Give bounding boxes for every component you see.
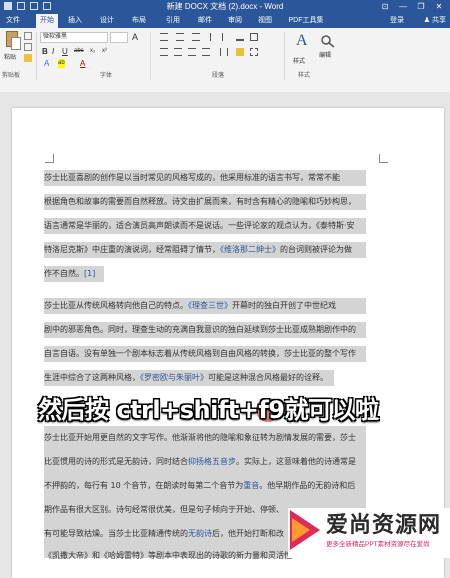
separator: [150, 32, 151, 80]
subscript-button[interactable]: x₂: [90, 47, 95, 56]
minimize-button[interactable]: —: [394, 0, 412, 14]
group-label-paragraph: 段落: [212, 73, 225, 79]
align-center-icon[interactable]: [174, 48, 182, 56]
watermark: 爱尚资源网 更多全新精品PPT素材资源尽在爱尚: [288, 508, 450, 558]
strikethrough-button[interactable]: abc: [74, 47, 84, 56]
line-spacing-icon[interactable]: [220, 48, 228, 56]
styles-gallery-button[interactable]: A: [292, 32, 314, 56]
body-text-line: 作不自然。[1]: [44, 266, 95, 282]
body-text-line: 期作品有很大区别。诗句经常很优美，但是句子倾向于开始、停顿、: [44, 505, 284, 514]
superscript-button[interactable]: x²: [102, 47, 107, 56]
tab-home[interactable]: 开始: [36, 14, 58, 28]
hyperlink[interactable]: 《罗密欧与朱丽叶》: [140, 373, 208, 382]
copy-icon[interactable]: [24, 43, 32, 51]
tab-design[interactable]: 设计: [96, 14, 118, 28]
body-text-line: 语言通常是华丽的，适合演员高声朗读而不是说话。一些评论家的观点认为，《泰特斯·安: [44, 221, 355, 230]
play-logo-icon: [290, 510, 322, 550]
maximize-button[interactable]: ❐: [412, 0, 430, 14]
multilevel-list-icon[interactable]: [192, 33, 200, 41]
decrease-indent-icon[interactable]: [210, 33, 218, 41]
close-button[interactable]: ✕: [430, 0, 448, 14]
tutorial-caption: 然后按 ctrl+shift+f9就可以啦: [38, 396, 379, 424]
underline-button[interactable]: U: [62, 47, 68, 56]
share-button[interactable]: ♟ 共享: [424, 15, 446, 27]
body-text: 作不自然。: [44, 269, 84, 278]
title-bar: 新建 DOCX 文档 (2).docx - Word ⊡ — ❐ ✕: [0, 0, 450, 14]
group-label-font: 字体: [100, 73, 113, 79]
paste-icon[interactable]: [3, 31, 21, 51]
numbering-icon[interactable]: [176, 33, 184, 41]
format-painter-icon[interactable]: [24, 54, 32, 62]
hyperlink[interactable]: 《理查三世》: [188, 301, 232, 310]
hyperlink[interactable]: 无韵诗: [188, 529, 212, 538]
tab-layout[interactable]: 布局: [128, 14, 150, 28]
italic-button[interactable]: I: [52, 47, 54, 56]
hyperlink[interactable]: 抑扬格五音步: [188, 457, 236, 466]
crop-mark: [45, 154, 54, 163]
separator: [36, 32, 37, 80]
styles-label: 样式: [293, 59, 306, 65]
font-color-button[interactable]: A: [80, 59, 85, 68]
watermark-title: 爱尚资源网: [326, 512, 442, 538]
borders-icon[interactable]: [250, 48, 258, 56]
tab-view[interactable]: 视图: [254, 14, 276, 28]
tab-file[interactable]: 文件: [0, 14, 26, 28]
sort-icon[interactable]: [236, 33, 244, 41]
body-text-line: 《凯撒大帝》和《哈姆雷特》等剧本中表现出的诗歌的新力量和灵活性: [44, 551, 292, 560]
tab-review[interactable]: 审阅: [224, 14, 246, 28]
body-text-line: 莎士比亚喜剧的创作是以当时常见的风格写成的，他采用标准的语言书写，常常不能: [44, 173, 340, 182]
body-text-line: 莎士比亚从传统风格转向他自己的特点。《理查三世》开幕时的独白开创了中世纪戏: [44, 301, 336, 310]
increase-indent-icon[interactable]: [222, 33, 230, 41]
tab-mailings[interactable]: 邮件: [194, 14, 216, 28]
hyperlink[interactable]: 《维洛那二绅士》: [220, 245, 280, 254]
signin-link[interactable]: 登录: [390, 14, 404, 28]
separator: [284, 32, 285, 80]
body-text-line: 莎士比亚开始用更自然的文字写作。他渐渐将他的隐喻和象征转为剧情发展的需要，莎士: [44, 433, 356, 442]
edit-label: 编辑: [319, 53, 332, 59]
body-text-line: 剧中的邪恶角色。同时，理查生动的充满自我意识的独白延续到莎士比亚成熟期剧作中的: [44, 325, 356, 334]
shading-icon[interactable]: [236, 48, 244, 56]
tab-pdf-tools[interactable]: PDF工具集: [284, 14, 328, 28]
font-size-select[interactable]: [110, 32, 128, 43]
highlight-button[interactable]: ab: [58, 59, 65, 68]
window-controls: ⊡ — ❐ ✕: [376, 0, 448, 14]
align-right-icon[interactable]: [188, 48, 196, 56]
body-text-line: 自言自语。没有单独一个剧本标志着从传统风格到自由风格的转换，莎士比亚的整个写作: [44, 349, 356, 358]
group-label-styles: 样式: [298, 73, 311, 79]
bullets-icon[interactable]: [160, 33, 168, 41]
bold-button[interactable]: B: [42, 47, 48, 56]
body-text-line: 根据角色和故事的需要而自然释放。诗文由扩展而来，有时含有精心的隐喻和巧妙构思，: [44, 197, 356, 206]
cut-icon[interactable]: [24, 32, 32, 40]
ribbon-home: 粘贴 剪贴板 微软雅黑 A B I U abc x₂ x² A ab A 字体 …: [0, 28, 450, 85]
grow-font-icon[interactable]: A: [132, 33, 138, 42]
body-text-line: 有可能导致枯燥。当莎士比亚精通传统的无韵诗后，他开始打断和改: [44, 529, 284, 538]
body-text-line: 不押韵的，每行有 10 个音节，在朗读时每第二个音节为重音。他早期作品的无韵诗和…: [44, 481, 356, 490]
paste-label: 粘贴: [4, 55, 17, 61]
body-text-line: 特洛尼克斯》中庄重的演说词，经常阻碍了情节，《维洛那二绅士》的台词则被评论为做: [44, 245, 352, 254]
footnote-link[interactable]: [1]: [84, 269, 95, 278]
align-left-icon[interactable]: [160, 48, 168, 56]
tab-references[interactable]: 引用: [162, 14, 184, 28]
text-effects-icon[interactable]: A: [44, 59, 49, 68]
hyperlink[interactable]: 重音: [243, 481, 259, 490]
group-label-clipboard: 剪贴板: [2, 73, 21, 79]
find-icon[interactable]: [320, 34, 336, 48]
ribbon-tabs: 文件 开始 插入 设计 布局 引用 邮件 审阅 视图 PDF工具集 登录 ♟ 共…: [0, 14, 450, 28]
styles-icon: A: [296, 32, 308, 49]
ribbon-collapse-strip: [0, 84, 450, 92]
font-name-select[interactable]: 微软雅黑: [40, 32, 108, 43]
ribbon-display-button[interactable]: ⊡: [376, 0, 394, 14]
body-text-line: 生涯中综合了这两种风格，《罗密欧与朱丽叶》可能是这种混合风格最好的诠释。: [44, 373, 328, 382]
justify-icon[interactable]: [202, 48, 210, 56]
tab-insert[interactable]: 插入: [64, 14, 86, 28]
crop-mark: [379, 154, 388, 163]
body-text-line: 比亚惯用的诗的形式是无韵诗，同时结合抑扬格五音步。实际上，这意味着他的诗通常是: [44, 457, 356, 466]
show-marks-icon[interactable]: [250, 33, 258, 41]
watermark-subtitle: 更多全新精品PPT素材资源尽在爱尚: [326, 541, 430, 548]
